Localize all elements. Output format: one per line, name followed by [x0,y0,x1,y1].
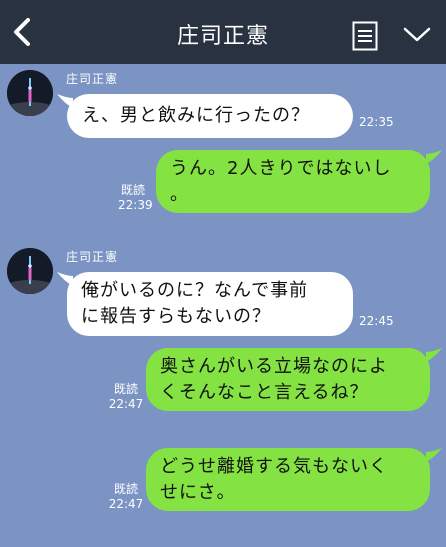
chevron-down-icon[interactable] [402,22,432,46]
sender-name: 庄司正憲 [66,72,119,86]
bubble-tail [426,348,442,362]
message-bubble[interactable]: うん。2人きりではないし 。 [156,150,430,213]
message-text: うん。2人きりではないし [170,158,392,179]
bubble-tail [426,150,442,164]
tower-photo-icon [7,248,53,294]
chat-title: 庄司正憲 [176,24,269,49]
message-bubble[interactable]: 俺がいるのに？なんで事前 に報告すらもないの？ [67,272,353,336]
chat-header: 庄司正憲 [0,0,446,64]
message-bubble[interactable]: 奥さんがいる立場なのによ くそんなこと言えるね？ [146,348,430,411]
avatar[interactable] [7,70,53,116]
message-meta: 既読 22:47 [108,482,144,512]
list-icon[interactable] [352,21,378,51]
sender-name: 庄司正憲 [66,250,119,264]
tower-photo-icon [7,70,53,116]
message-meta: 既読 22:47 [108,382,144,412]
message-time: 22:39 [118,198,153,212]
message-time: 22:47 [108,497,144,511]
message-text: に報告すらもないの？ [81,306,271,327]
message-time: 22:47 [108,397,144,411]
message-text: 奥さんがいる立場なのによ [160,356,388,377]
message-text: え、男と飲みに行ったの？ [82,105,310,126]
message-text: 俺がいるのに？なんで事前 [81,280,309,301]
message-time: 22:45 [359,314,394,328]
message-text: せにさ。 [160,482,236,503]
read-receipt: 既読 [113,482,138,496]
message-bubble[interactable]: どうせ離婚する気もないく せにさ。 [146,448,430,511]
read-receipt: 既読 [113,382,138,396]
message-text: どうせ離婚する気もないく [160,456,388,477]
message-meta: 既読 22:39 [118,183,153,213]
message-text: くそんなこと言えるね？ [160,382,369,403]
message-time: 22:35 [359,115,394,129]
bubble-tail [426,448,442,462]
read-receipt: 既読 [120,183,145,197]
message-text: 。 [170,184,189,205]
avatar[interactable] [7,248,53,294]
message-bubble[interactable]: え、男と飲みに行ったの？ [67,94,353,138]
